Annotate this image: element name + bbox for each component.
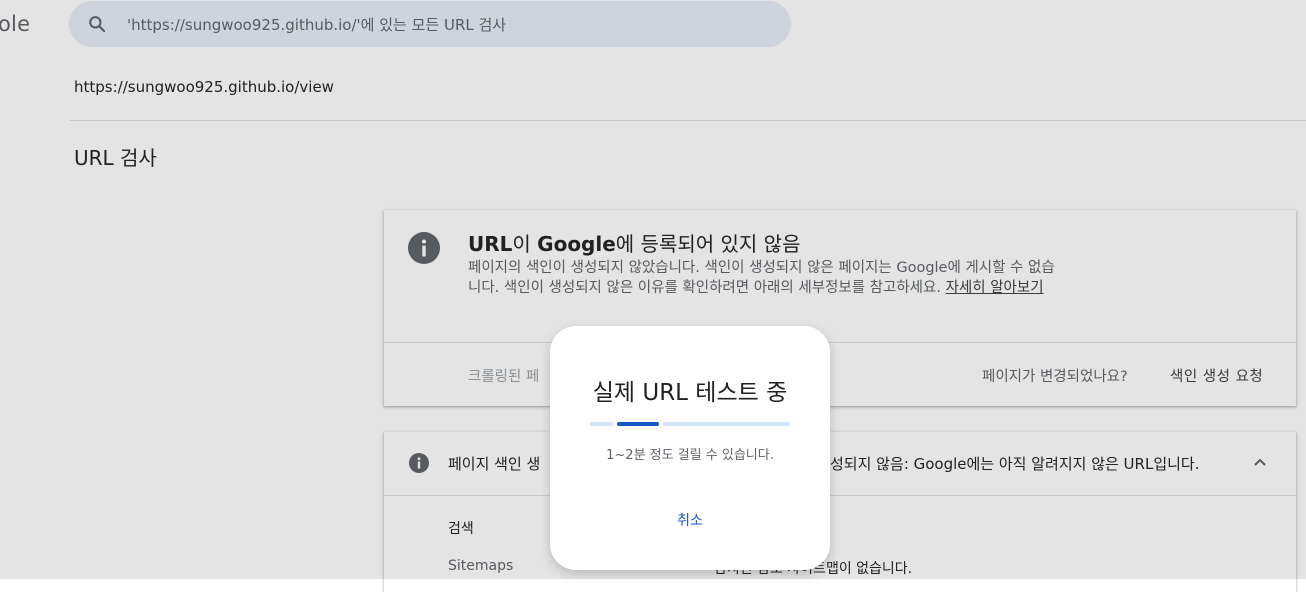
dialog-subtitle: 1~2분 정도 걸릴 수 있습니다. xyxy=(606,448,774,463)
progress-gap xyxy=(659,422,663,426)
live-test-dialog: 실제 URL 테스트 중 1~2분 정도 걸릴 수 있습니다. 취소 xyxy=(550,326,830,570)
dialog-title: 실제 URL 테스트 중 xyxy=(592,380,788,406)
cancel-button[interactable]: 취소 xyxy=(660,506,720,536)
progress-bar xyxy=(590,422,790,426)
page: ole https://sungwoo925.github.io/view UR… xyxy=(0,0,1306,592)
progress-indicator xyxy=(617,422,659,426)
